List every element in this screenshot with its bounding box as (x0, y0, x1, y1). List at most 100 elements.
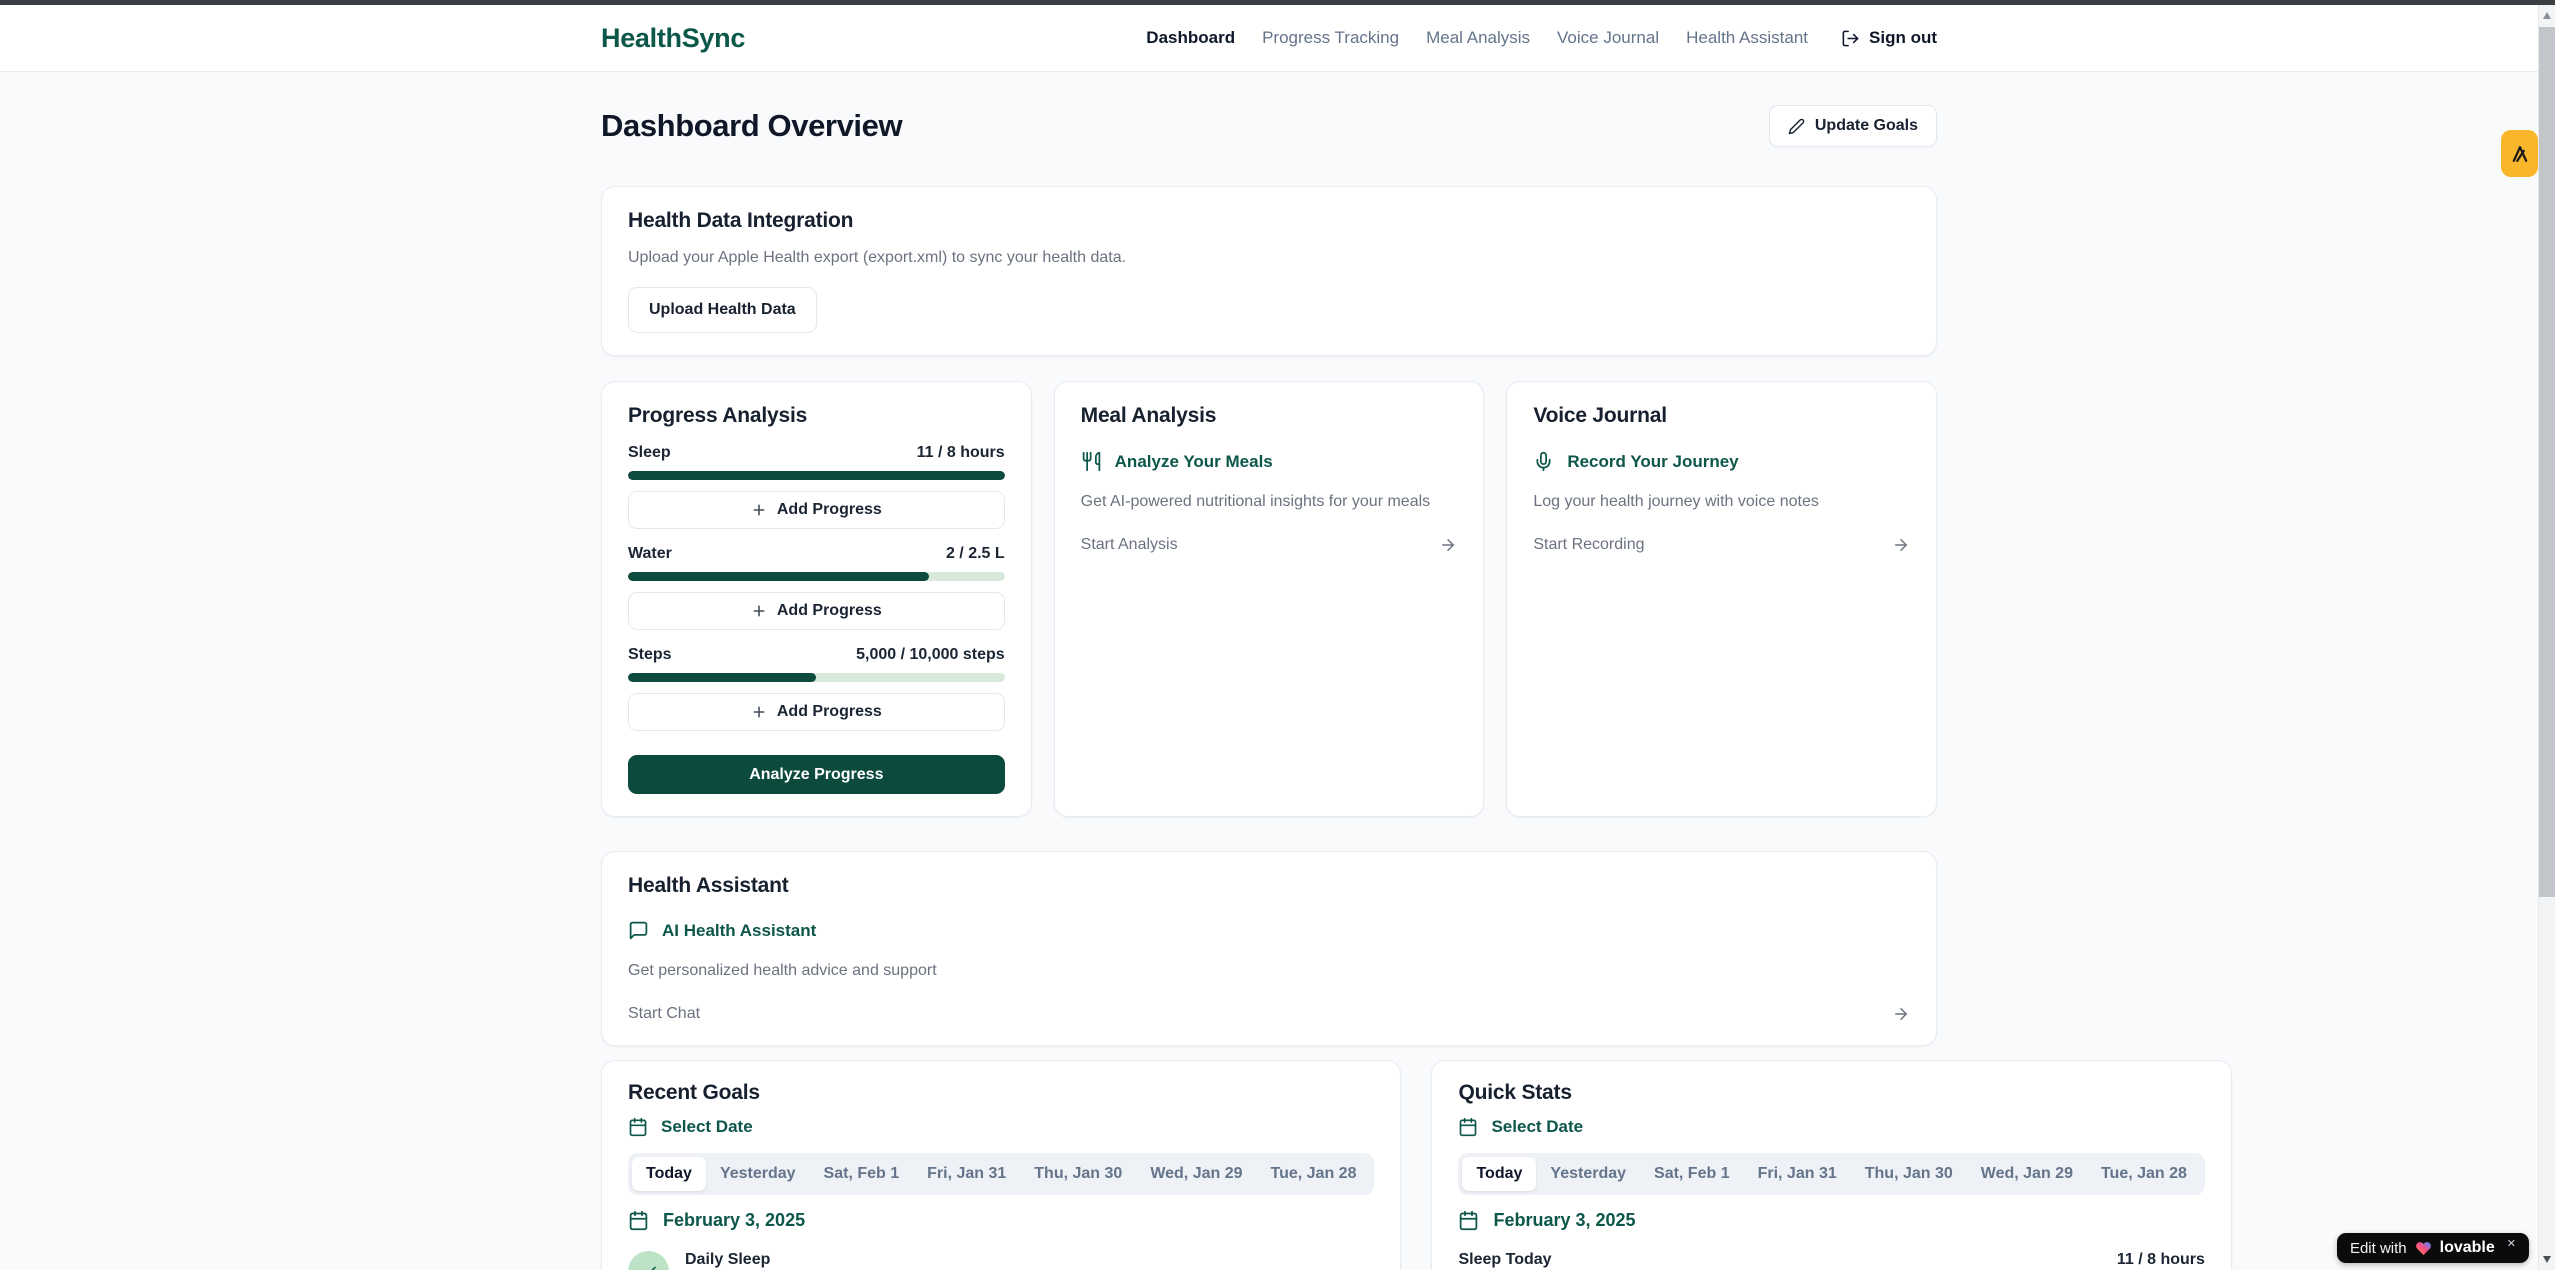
analyze-your-meals-label: Analyze Your Meals (1115, 452, 1273, 472)
sleep-label: Sleep (628, 444, 671, 462)
goal-name: Daily Sleep (685, 1251, 770, 1269)
date-tab-thu-jan-30[interactable]: Thu, Jan 30 (1851, 1157, 1967, 1191)
add-progress-label: Add Progress (777, 602, 882, 620)
ai-health-assistant-label: AI Health Assistant (662, 921, 816, 941)
quick-stats-title: Quick Stats (1458, 1081, 2204, 1105)
check-icon (640, 1263, 658, 1270)
pencil-icon (1788, 118, 1805, 135)
app-header: HealthSync Dashboard Progress Tracking M… (0, 5, 2538, 72)
log-out-icon (1841, 29, 1860, 48)
recent-goals-title: Recent Goals (628, 1081, 1374, 1105)
update-goals-button[interactable]: Update Goals (1769, 105, 1937, 147)
sleep-today-label: Sleep Today (1458, 1251, 1551, 1269)
sleep-progress-bar (628, 471, 1005, 480)
start-analysis-link[interactable]: Start Analysis (1081, 536, 1458, 554)
add-progress-label: Add Progress (777, 703, 882, 721)
scrollbar-up-arrow-icon[interactable] (2543, 12, 2551, 19)
meal-analysis-title: Meal Analysis (1081, 404, 1458, 428)
date-tab-sat-feb-1[interactable]: Sat, Feb 1 (810, 1157, 914, 1191)
date-tab-wed-jan-29[interactable]: Wed, Jan 29 (1136, 1157, 1256, 1191)
selected-date-label: February 3, 2025 (663, 1210, 805, 1231)
nav-dashboard[interactable]: Dashboard (1146, 28, 1235, 48)
date-tab-thu-jan-30[interactable]: Thu, Jan 30 (1020, 1157, 1136, 1191)
plus-icon (751, 502, 767, 518)
arrow-right-icon (1892, 1005, 1910, 1023)
scrollbar-down-arrow-icon[interactable] (2543, 1256, 2551, 1263)
gradient-heart-icon (2415, 1240, 2432, 1257)
water-goal-block: Water 2 / 2.5 L Add Progress (628, 545, 1005, 630)
add-steps-progress-button[interactable]: Add Progress (628, 693, 1005, 731)
selected-date-display[interactable]: February 3, 2025 (628, 1210, 1374, 1231)
water-label: Water (628, 545, 672, 563)
sleep-today-value: 11 / 8 hours (2117, 1251, 2205, 1269)
date-tab-tue-jan-28[interactable]: Tue, Jan 28 (2087, 1157, 2201, 1191)
main-nav: Dashboard Progress Tracking Meal Analysi… (1146, 28, 1937, 48)
analyze-progress-button[interactable]: Analyze Progress (628, 755, 1005, 794)
voice-journal-card: Voice Journal Record Your Journey Log yo… (1506, 381, 1937, 817)
sign-out-button[interactable]: Sign out (1841, 28, 1937, 48)
date-tab-wed-jan-29[interactable]: Wed, Jan 29 (1967, 1157, 2087, 1191)
calendar-icon (1458, 1117, 1478, 1137)
selected-date-display[interactable]: February 3, 2025 (1458, 1210, 2204, 1231)
date-tab-today[interactable]: Today (1462, 1157, 1536, 1191)
select-date-button[interactable]: Select Date (1458, 1117, 2204, 1137)
analyze-your-meals-link[interactable]: Analyze Your Meals (1081, 451, 1458, 472)
sign-out-label: Sign out (1869, 28, 1937, 48)
utensils-icon (1081, 451, 1102, 472)
start-recording-label: Start Recording (1533, 536, 1644, 554)
nav-meal-analysis[interactable]: Meal Analysis (1426, 28, 1530, 48)
select-date-button[interactable]: Select Date (628, 1117, 1374, 1137)
date-tab-fri-jan-31[interactable]: Fri, Jan 31 (913, 1157, 1020, 1191)
recent-goals-card: Recent Goals Select Date Today Yesterday… (601, 1060, 1401, 1270)
health-assistant-title: Health Assistant (628, 874, 1910, 898)
start-analysis-label: Start Analysis (1081, 536, 1178, 554)
date-tabbar: Today Yesterday Sat, Feb 1 Fri, Jan 31 T… (1458, 1153, 2204, 1195)
start-chat-link[interactable]: Start Chat (628, 1005, 1910, 1023)
add-sleep-progress-button[interactable]: Add Progress (628, 491, 1005, 529)
calendar-icon (628, 1210, 649, 1231)
update-goals-label: Update Goals (1815, 117, 1918, 135)
water-progress-bar (628, 572, 1005, 581)
date-tab-tue-jan-28[interactable]: Tue, Jan 28 (1257, 1157, 1371, 1191)
message-square-icon (628, 920, 649, 941)
upload-health-data-button[interactable]: Upload Health Data (628, 287, 817, 333)
health-data-card: Health Data Integration Upload your Appl… (601, 186, 1937, 356)
date-tab-yesterday[interactable]: Yesterday (706, 1157, 810, 1191)
date-tab-today[interactable]: Today (632, 1157, 706, 1191)
water-value: 2 / 2.5 L (946, 545, 1005, 563)
record-your-journey-label: Record Your Journey (1567, 452, 1738, 472)
select-date-label: Select Date (661, 1117, 753, 1137)
health-assistant-card: Health Assistant AI Health Assistant Get… (601, 851, 1937, 1046)
voice-journal-title: Voice Journal (1533, 404, 1910, 428)
add-water-progress-button[interactable]: Add Progress (628, 592, 1005, 630)
selected-date-label: February 3, 2025 (1493, 1210, 1635, 1231)
meal-analysis-card: Meal Analysis Analyze Your Meals Get AI-… (1054, 381, 1485, 817)
browser-extension-tab[interactable] (2501, 130, 2538, 177)
record-your-journey-link[interactable]: Record Your Journey (1533, 451, 1910, 472)
calendar-icon (1458, 1210, 1479, 1231)
ai-health-assistant-link[interactable]: AI Health Assistant (628, 920, 1910, 941)
arrow-right-icon (1439, 536, 1457, 554)
scrollbar-thumb[interactable] (2539, 27, 2555, 897)
edit-with-lovable-badge[interactable]: Edit with lovable ✕ (2337, 1233, 2529, 1263)
nav-progress-tracking[interactable]: Progress Tracking (1262, 28, 1399, 48)
nav-health-assistant[interactable]: Health Assistant (1686, 28, 1808, 48)
steps-label: Steps (628, 646, 672, 664)
browser-scrollbar[interactable] (2538, 5, 2555, 1270)
badge-close-icon[interactable]: ✕ (2507, 1239, 2516, 1250)
voice-journal-description: Log your health journey with voice notes (1533, 493, 1910, 511)
date-tabbar: Today Yesterday Sat, Feb 1 Fri, Jan 31 T… (628, 1153, 1374, 1195)
start-chat-label: Start Chat (628, 1005, 700, 1023)
date-tab-fri-jan-31[interactable]: Fri, Jan 31 (1744, 1157, 1851, 1191)
microphone-icon (1533, 451, 1554, 472)
badge-brand: lovable (2440, 1239, 2495, 1257)
date-tab-yesterday[interactable]: Yesterday (1536, 1157, 1640, 1191)
nav-voice-journal[interactable]: Voice Journal (1557, 28, 1659, 48)
app-logo[interactable]: HealthSync (601, 23, 745, 54)
start-recording-link[interactable]: Start Recording (1533, 536, 1910, 554)
sleep-goal-block: Sleep 11 / 8 hours Add Progress (628, 444, 1005, 529)
date-tab-sat-feb-1[interactable]: Sat, Feb 1 (1640, 1157, 1744, 1191)
extension-logo-icon (2509, 143, 2531, 165)
page-title: Dashboard Overview (601, 108, 902, 144)
arrow-right-icon (1892, 536, 1910, 554)
